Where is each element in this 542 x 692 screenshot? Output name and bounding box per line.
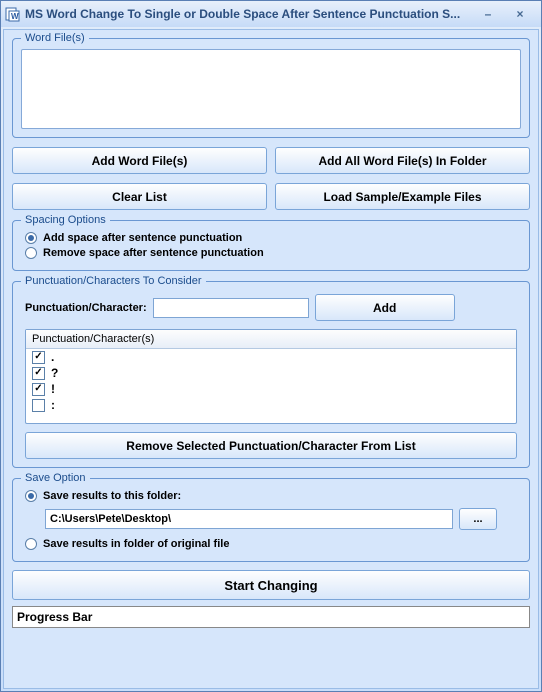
svg-text:W: W bbox=[11, 12, 19, 21]
word-files-legend: Word File(s) bbox=[21, 32, 89, 44]
radio-save-folder-label: Save results to this folder: bbox=[43, 490, 181, 502]
punct-input[interactable] bbox=[153, 298, 309, 318]
punct-list-item[interactable]: ✓! bbox=[26, 381, 516, 397]
punct-char-label: . bbox=[51, 350, 54, 364]
save-path-input[interactable] bbox=[45, 509, 453, 529]
punct-char-label: ! bbox=[51, 382, 55, 396]
radio-icon bbox=[25, 247, 37, 259]
remove-punct-button[interactable]: Remove Selected Punctuation/Character Fr… bbox=[25, 432, 517, 459]
spacing-options-group: Spacing Options Add space after sentence… bbox=[12, 220, 530, 271]
radio-save-original-label: Save results in folder of original file bbox=[43, 538, 229, 550]
load-sample-button[interactable]: Load Sample/Example Files bbox=[275, 183, 530, 210]
save-option-group: Save Option Save results to this folder:… bbox=[12, 478, 530, 562]
radio-remove-space[interactable]: Remove space after sentence punctuation bbox=[25, 247, 517, 259]
checkbox-icon[interactable]: ✓ bbox=[32, 383, 45, 396]
checkbox-icon[interactable]: ✓ bbox=[32, 351, 45, 364]
checkbox-icon[interactable]: ✓ bbox=[32, 367, 45, 380]
file-buttons-row-1: Add Word File(s) Add All Word File(s) In… bbox=[12, 147, 530, 174]
start-changing-button[interactable]: Start Changing bbox=[12, 570, 530, 600]
file-buttons-row-2: Clear List Load Sample/Example Files bbox=[12, 183, 530, 210]
radio-icon bbox=[25, 490, 37, 502]
checkbox-icon[interactable] bbox=[32, 399, 45, 412]
word-files-group: Word File(s) bbox=[12, 38, 530, 138]
client-area: Word File(s) Add Word File(s) Add All Wo… bbox=[3, 29, 539, 689]
progress-bar: Progress Bar bbox=[12, 606, 530, 628]
punctuation-group: Punctuation/Characters To Consider Punct… bbox=[12, 281, 530, 468]
punct-list-header: Punctuation/Character(s) bbox=[26, 330, 516, 349]
radio-icon bbox=[25, 232, 37, 244]
window-title: MS Word Change To Single or Double Space… bbox=[25, 7, 471, 21]
app-window: W MS Word Change To Single or Double Spa… bbox=[0, 0, 542, 692]
punct-char-list[interactable]: Punctuation/Character(s) ✓.✓?✓!: bbox=[25, 329, 517, 424]
save-option-legend: Save Option bbox=[21, 472, 90, 484]
minimize-button[interactable]: – bbox=[475, 6, 501, 22]
punct-char-label: : bbox=[51, 398, 55, 412]
radio-save-original[interactable]: Save results in folder of original file bbox=[25, 538, 517, 550]
punct-input-row: Punctuation/Character: Add bbox=[25, 294, 517, 321]
progress-label: Progress Bar bbox=[17, 610, 92, 624]
add-folder-button[interactable]: Add All Word File(s) In Folder bbox=[275, 147, 530, 174]
app-icon: W bbox=[5, 6, 21, 22]
close-button[interactable]: × bbox=[507, 6, 533, 22]
window-controls: – × bbox=[475, 6, 537, 22]
titlebar: W MS Word Change To Single or Double Spa… bbox=[1, 1, 541, 27]
clear-list-button[interactable]: Clear List bbox=[12, 183, 267, 210]
punct-list-item[interactable]: ✓. bbox=[26, 349, 516, 365]
word-files-list[interactable] bbox=[21, 49, 521, 129]
add-word-files-button[interactable]: Add Word File(s) bbox=[12, 147, 267, 174]
add-punct-button[interactable]: Add bbox=[315, 294, 455, 321]
punct-input-label: Punctuation/Character: bbox=[25, 302, 147, 314]
save-path-row: ... bbox=[45, 508, 497, 530]
punctuation-legend: Punctuation/Characters To Consider bbox=[21, 275, 206, 287]
radio-save-folder[interactable]: Save results to this folder: bbox=[25, 490, 517, 502]
punct-char-label: ? bbox=[51, 366, 58, 380]
radio-add-space[interactable]: Add space after sentence punctuation bbox=[25, 232, 517, 244]
spacing-options-legend: Spacing Options bbox=[21, 214, 110, 226]
radio-remove-label: Remove space after sentence punctuation bbox=[43, 247, 264, 259]
punct-list-item[interactable]: : bbox=[26, 397, 516, 413]
radio-add-label: Add space after sentence punctuation bbox=[43, 232, 242, 244]
radio-icon bbox=[25, 538, 37, 550]
punct-list-item[interactable]: ✓? bbox=[26, 365, 516, 381]
browse-button[interactable]: ... bbox=[459, 508, 497, 530]
